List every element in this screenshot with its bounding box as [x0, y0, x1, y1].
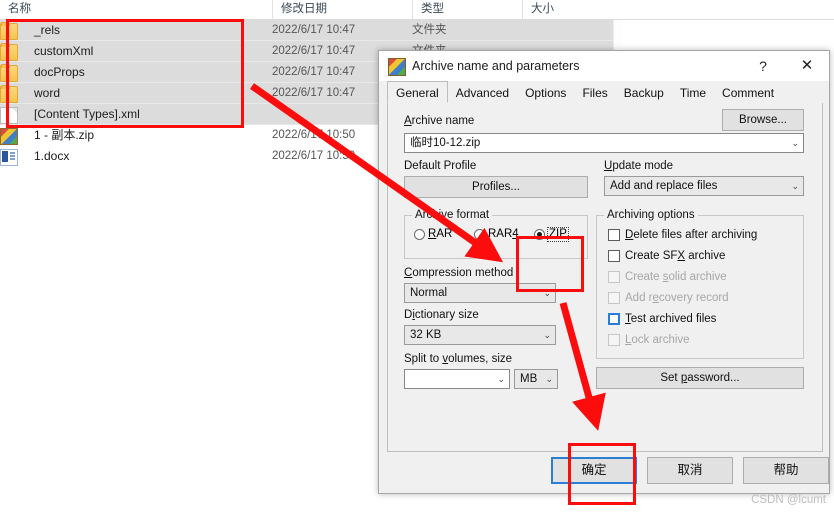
checkbox-label: Create SFX archive	[625, 250, 726, 262]
close-icon[interactable]: ✕	[787, 51, 827, 81]
ok-button[interactable]: 确定	[551, 457, 637, 484]
checkbox-indicator	[608, 250, 620, 262]
winrar-icon	[388, 58, 406, 76]
chevron-down-icon: ⌄	[543, 330, 551, 340]
chevron-down-icon: ⌄	[791, 181, 799, 191]
checkbox-indicator	[608, 292, 620, 304]
split-volumes-label: Split to volumes, size	[404, 353, 513, 365]
split-volumes-unit: MB	[520, 373, 538, 385]
file-date: 2022/6/17 10:50	[272, 150, 356, 162]
column-header-type[interactable]: 类型	[412, 0, 522, 19]
file-name: 1.docx	[34, 149, 70, 163]
tab-comment[interactable]: Comment	[714, 82, 782, 104]
tab-options[interactable]: Options	[517, 82, 574, 104]
file-date: 2022/6/17 10:47	[272, 66, 356, 78]
set-password-button[interactable]: Set password...	[596, 367, 804, 389]
checkbox-indicator	[608, 313, 620, 325]
dialog-title: Archive name and parameters	[412, 59, 580, 73]
file-type: 文件夹	[412, 24, 447, 36]
archive-name-value: 临时10-12.zip	[410, 137, 481, 149]
checkbox-indicator	[608, 229, 620, 241]
tab-time[interactable]: Time	[672, 82, 714, 104]
radio-label: RAR4	[488, 228, 519, 240]
dialog-general-panel: Archive name Browse... 临时10-12.zip ⌄ Def…	[387, 103, 823, 452]
radio-indicator	[534, 229, 545, 240]
file-name: docProps	[34, 65, 85, 79]
checkbox-label: Create solid archive	[625, 271, 727, 283]
checkbox-indicator	[608, 334, 620, 346]
chevron-down-icon: ⌄	[545, 374, 553, 384]
dictionary-size-select[interactable]: 32 KB ⌄	[404, 325, 556, 345]
radio-indicator	[474, 229, 485, 240]
checkbox-label: Test archived files	[625, 313, 717, 325]
column-header-name[interactable]: 名称	[0, 0, 272, 19]
file-list-header: 名称 修改日期 类型 大小	[0, 0, 834, 20]
file-name: 1 - 副本.zip	[34, 128, 95, 142]
tab-advanced[interactable]: Advanced	[448, 82, 517, 104]
update-mode-label: Update mode	[604, 160, 674, 172]
file-name: customXml	[34, 44, 94, 58]
dictionary-size-label: Dictionary size	[404, 309, 479, 321]
radio-label: RAR	[428, 228, 453, 240]
file-name: _rels	[34, 23, 61, 37]
radio-indicator	[414, 229, 425, 240]
archive-parameters-dialog: Archive name and parameters ? ✕ General A…	[378, 50, 830, 494]
compression-method-select[interactable]: Normal ⌄	[404, 283, 556, 303]
checkbox-label: Add recovery record	[625, 292, 729, 304]
update-mode-select[interactable]: Add and replace files ⌄	[604, 176, 804, 196]
file-date: 2022/6/17 10:47	[272, 24, 356, 36]
tab-files[interactable]: Files	[574, 82, 615, 104]
help-button[interactable]: ?	[743, 51, 783, 81]
default-profile-label: Default Profile	[404, 160, 477, 172]
profiles-button[interactable]: Profiles...	[404, 176, 588, 198]
watermark: CSDN @lcumt	[751, 494, 826, 506]
archive-format-title: Archive format	[412, 209, 493, 221]
radio-label: ZIP	[547, 227, 569, 242]
checkbox-label: Delete files after archiving	[625, 229, 758, 241]
help-button-footer[interactable]: 帮助	[743, 457, 829, 484]
chevron-down-icon: ⌄	[791, 138, 799, 148]
compression-method-label: Compression method	[404, 267, 514, 279]
browse-button[interactable]: Browse...	[722, 109, 804, 131]
archive-name-input[interactable]: 临时10-12.zip ⌄	[404, 133, 804, 153]
checkbox-label: Lock archive	[625, 334, 690, 346]
file-name: word	[34, 86, 61, 100]
update-mode-value: Add and replace files	[610, 180, 718, 192]
tab-general[interactable]: General	[387, 81, 448, 103]
file-date: 2022/6/17 10:50	[272, 129, 356, 141]
file-date: 2022/6/17 10:47	[272, 45, 356, 57]
file-date: 2022/6/17 10:47	[272, 87, 356, 99]
archive-name-label: Archive name	[404, 115, 475, 127]
cancel-button[interactable]: 取消	[647, 457, 733, 484]
tab-backup[interactable]: Backup	[616, 82, 672, 104]
chevron-down-icon: ⌄	[497, 374, 505, 384]
archiving-options-title: Archiving options	[604, 209, 698, 221]
dialog-footer: 确定 取消 帮助	[379, 457, 829, 493]
split-volumes-input[interactable]: ⌄	[404, 369, 510, 389]
dialog-title-bar[interactable]: Archive name and parameters ? ✕	[379, 51, 829, 81]
dialog-tabs: General Advanced Options Files Backup Time Com…	[387, 81, 782, 104]
column-header-size[interactable]: 大小	[522, 0, 620, 19]
file-row-rels[interactable]: _rels 2022/6/17 10:47 文件夹	[0, 20, 620, 41]
dictionary-size-value: 32 KB	[410, 329, 442, 341]
checkbox-indicator	[608, 271, 620, 283]
split-volumes-unit-select[interactable]: MB ⌄	[514, 369, 558, 389]
compression-method-value: Normal	[410, 287, 448, 299]
chevron-down-icon: ⌄	[543, 288, 551, 298]
column-header-date[interactable]: 修改日期	[272, 0, 412, 19]
file-name: [Content Types].xml	[34, 107, 140, 121]
